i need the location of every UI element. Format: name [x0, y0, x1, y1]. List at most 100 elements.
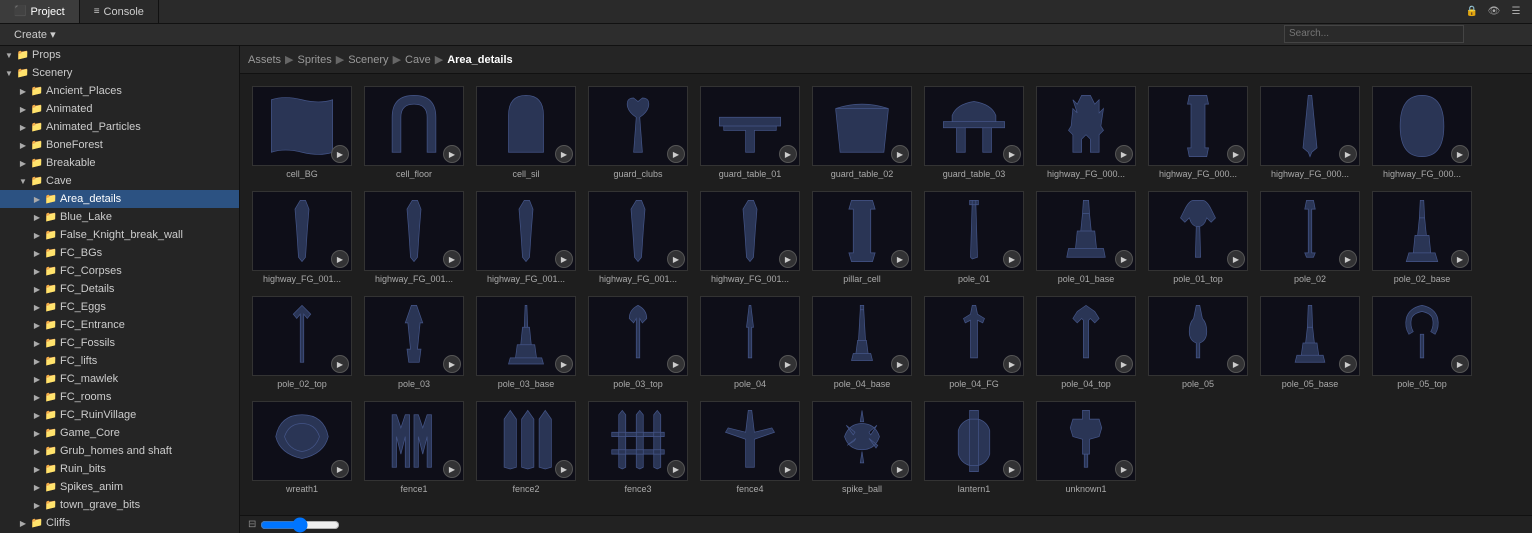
asset-item-pole_03[interactable]: ▶pole_03 [360, 292, 468, 393]
asset-item-wreath1[interactable]: ▶wreath1 [248, 397, 356, 498]
asset-item-pole_02[interactable]: ▶pole_02 [1256, 187, 1364, 288]
play-button[interactable]: ▶ [667, 145, 685, 163]
asset-item-fence1[interactable]: ▶fence1 [360, 397, 468, 498]
breadcrumb-scenery[interactable]: Scenery [348, 54, 388, 66]
play-button[interactable]: ▶ [1339, 145, 1357, 163]
lock-icon[interactable]: 🔒 [1464, 4, 1480, 20]
play-button[interactable]: ▶ [555, 250, 573, 268]
asset-item-pole_01_top[interactable]: ▶pole_01_top [1144, 187, 1252, 288]
asset-item-pole_03_top[interactable]: ▶pole_03_top [584, 292, 692, 393]
sidebar-item-fc-mawlek[interactable]: ▶📁FC_mawlek [0, 370, 239, 388]
create-button[interactable]: Create ▾ [8, 28, 62, 41]
asset-item-fence4[interactable]: ▶fence4 [696, 397, 804, 498]
sidebar-item-ruin-bits[interactable]: ▶📁Ruin_bits [0, 460, 239, 478]
asset-item-spike_ball[interactable]: ▶spike_ball [808, 397, 916, 498]
asset-item-highway_FG_001...[interactable]: ▶highway_FG_001... [696, 187, 804, 288]
breadcrumb-assets[interactable]: Assets [248, 54, 281, 66]
play-button[interactable]: ▶ [667, 460, 685, 478]
play-button[interactable]: ▶ [1003, 145, 1021, 163]
asset-item-pole_02_base[interactable]: ▶pole_02_base [1368, 187, 1476, 288]
asset-item-pole_03_base[interactable]: ▶pole_03_base [472, 292, 580, 393]
play-button[interactable]: ▶ [443, 460, 461, 478]
asset-item-highway_FG_001...[interactable]: ▶highway_FG_001... [472, 187, 580, 288]
play-button[interactable]: ▶ [331, 460, 349, 478]
asset-item-pillar_cell[interactable]: ▶pillar_cell [808, 187, 916, 288]
play-button[interactable]: ▶ [667, 355, 685, 373]
sidebar-item-area-details[interactable]: ▶📁Area_details [0, 190, 239, 208]
asset-item-highway_FG_001...[interactable]: ▶highway_FG_001... [584, 187, 692, 288]
play-button[interactable]: ▶ [1339, 250, 1357, 268]
tab-project[interactable]: ⬛ Project [0, 0, 80, 23]
menu-icon[interactable]: ☰ [1508, 4, 1524, 20]
asset-item-highway_FG_000...[interactable]: ▶highway_FG_000... [1032, 82, 1140, 183]
asset-item-guard_table_02[interactable]: ▶guard_table_02 [808, 82, 916, 183]
asset-item-pole_05[interactable]: ▶pole_05 [1144, 292, 1252, 393]
asset-item-pole_01[interactable]: ▶pole_01 [920, 187, 1028, 288]
sidebar-item-fc-eggs[interactable]: ▶📁FC_Eggs [0, 298, 239, 316]
asset-item-highway_FG_000...[interactable]: ▶highway_FG_000... [1144, 82, 1252, 183]
breadcrumb-sprites[interactable]: Sprites [297, 54, 331, 66]
asset-item-cell_sil[interactable]: ▶cell_sil [472, 82, 580, 183]
sidebar-item-fc-ruinvillage[interactable]: ▶📁FC_RuinVillage [0, 406, 239, 424]
asset-item-pole_01_base[interactable]: ▶pole_01_base [1032, 187, 1140, 288]
play-button[interactable]: ▶ [443, 145, 461, 163]
search-input[interactable] [1284, 25, 1464, 43]
play-button[interactable]: ▶ [891, 355, 909, 373]
asset-item-pole_04_top[interactable]: ▶pole_04_top [1032, 292, 1140, 393]
play-button[interactable]: ▶ [443, 250, 461, 268]
sidebar-item-ancient-places[interactable]: ▶📁Ancient_Places [0, 82, 239, 100]
asset-item-cell_floor[interactable]: ▶cell_floor [360, 82, 468, 183]
sidebar-item-breakable[interactable]: ▶📁Breakable [0, 154, 239, 172]
play-button[interactable]: ▶ [1451, 145, 1469, 163]
play-button[interactable]: ▶ [667, 250, 685, 268]
play-button[interactable]: ▶ [1115, 460, 1133, 478]
breadcrumb-cave[interactable]: Cave [405, 54, 431, 66]
sidebar-item-game-core[interactable]: ▶📁Game_Core [0, 424, 239, 442]
asset-item-guard_clubs[interactable]: ▶guard_clubs [584, 82, 692, 183]
sidebar-item-animated[interactable]: ▶📁Animated [0, 100, 239, 118]
sidebar-item-animated-particles[interactable]: ▶📁Animated_Particles [0, 118, 239, 136]
play-button[interactable]: ▶ [555, 355, 573, 373]
play-button[interactable]: ▶ [779, 145, 797, 163]
asset-item-pole_05_top[interactable]: ▶pole_05_top [1368, 292, 1476, 393]
play-button[interactable]: ▶ [891, 250, 909, 268]
asset-item-pole_04_FG[interactable]: ▶pole_04_FG [920, 292, 1028, 393]
asset-item-highway_FG_000...[interactable]: ▶highway_FG_000... [1256, 82, 1364, 183]
play-button[interactable]: ▶ [1227, 145, 1245, 163]
play-button[interactable]: ▶ [1003, 250, 1021, 268]
asset-item-guard_table_03[interactable]: ▶guard_table_03 [920, 82, 1028, 183]
sidebar-item-false-knight-break-wall[interactable]: ▶📁False_Knight_break_wall [0, 226, 239, 244]
asset-item-fence2[interactable]: ▶fence2 [472, 397, 580, 498]
sidebar-item-cliffs[interactable]: ▶📁Cliffs [0, 514, 239, 532]
sidebar-item-blue-lake[interactable]: ▶📁Blue_Lake [0, 208, 239, 226]
eye-icon[interactable]: 👁 [1486, 4, 1502, 20]
play-button[interactable]: ▶ [331, 145, 349, 163]
play-button[interactable]: ▶ [555, 460, 573, 478]
play-button[interactable]: ▶ [1339, 355, 1357, 373]
play-button[interactable]: ▶ [1451, 250, 1469, 268]
sidebar-item-fc-details[interactable]: ▶📁FC_Details [0, 280, 239, 298]
play-button[interactable]: ▶ [331, 250, 349, 268]
play-button[interactable]: ▶ [1003, 355, 1021, 373]
play-button[interactable]: ▶ [1115, 355, 1133, 373]
asset-item-fence3[interactable]: ▶fence3 [584, 397, 692, 498]
play-button[interactable]: ▶ [1227, 355, 1245, 373]
asset-item-guard_table_01[interactable]: ▶guard_table_01 [696, 82, 804, 183]
play-button[interactable]: ▶ [555, 145, 573, 163]
sidebar-item-cave[interactable]: ▼📁Cave [0, 172, 239, 190]
play-button[interactable]: ▶ [1003, 460, 1021, 478]
asset-item-cell_BG[interactable]: ▶cell_BG [248, 82, 356, 183]
sidebar-item-spikes-anim[interactable]: ▶📁Spikes_anim [0, 478, 239, 496]
asset-item-pole_04_base[interactable]: ▶pole_04_base [808, 292, 916, 393]
play-button[interactable]: ▶ [1115, 250, 1133, 268]
asset-item-pole_04[interactable]: ▶pole_04 [696, 292, 804, 393]
asset-item-highway_FG_001...[interactable]: ▶highway_FG_001... [248, 187, 356, 288]
play-button[interactable]: ▶ [779, 355, 797, 373]
sidebar-item-fc-bgs[interactable]: ▶📁FC_BGs [0, 244, 239, 262]
sidebar-item-fc-entrance[interactable]: ▶📁FC_Entrance [0, 316, 239, 334]
asset-item-highway_FG_001...[interactable]: ▶highway_FG_001... [360, 187, 468, 288]
play-button[interactable]: ▶ [1115, 145, 1133, 163]
sidebar-item-grub-homes-and-shaft[interactable]: ▶📁Grub_homes and shaft [0, 442, 239, 460]
asset-item-pole_02_top[interactable]: ▶pole_02_top [248, 292, 356, 393]
sidebar-item-fc-rooms[interactable]: ▶📁FC_rooms [0, 388, 239, 406]
